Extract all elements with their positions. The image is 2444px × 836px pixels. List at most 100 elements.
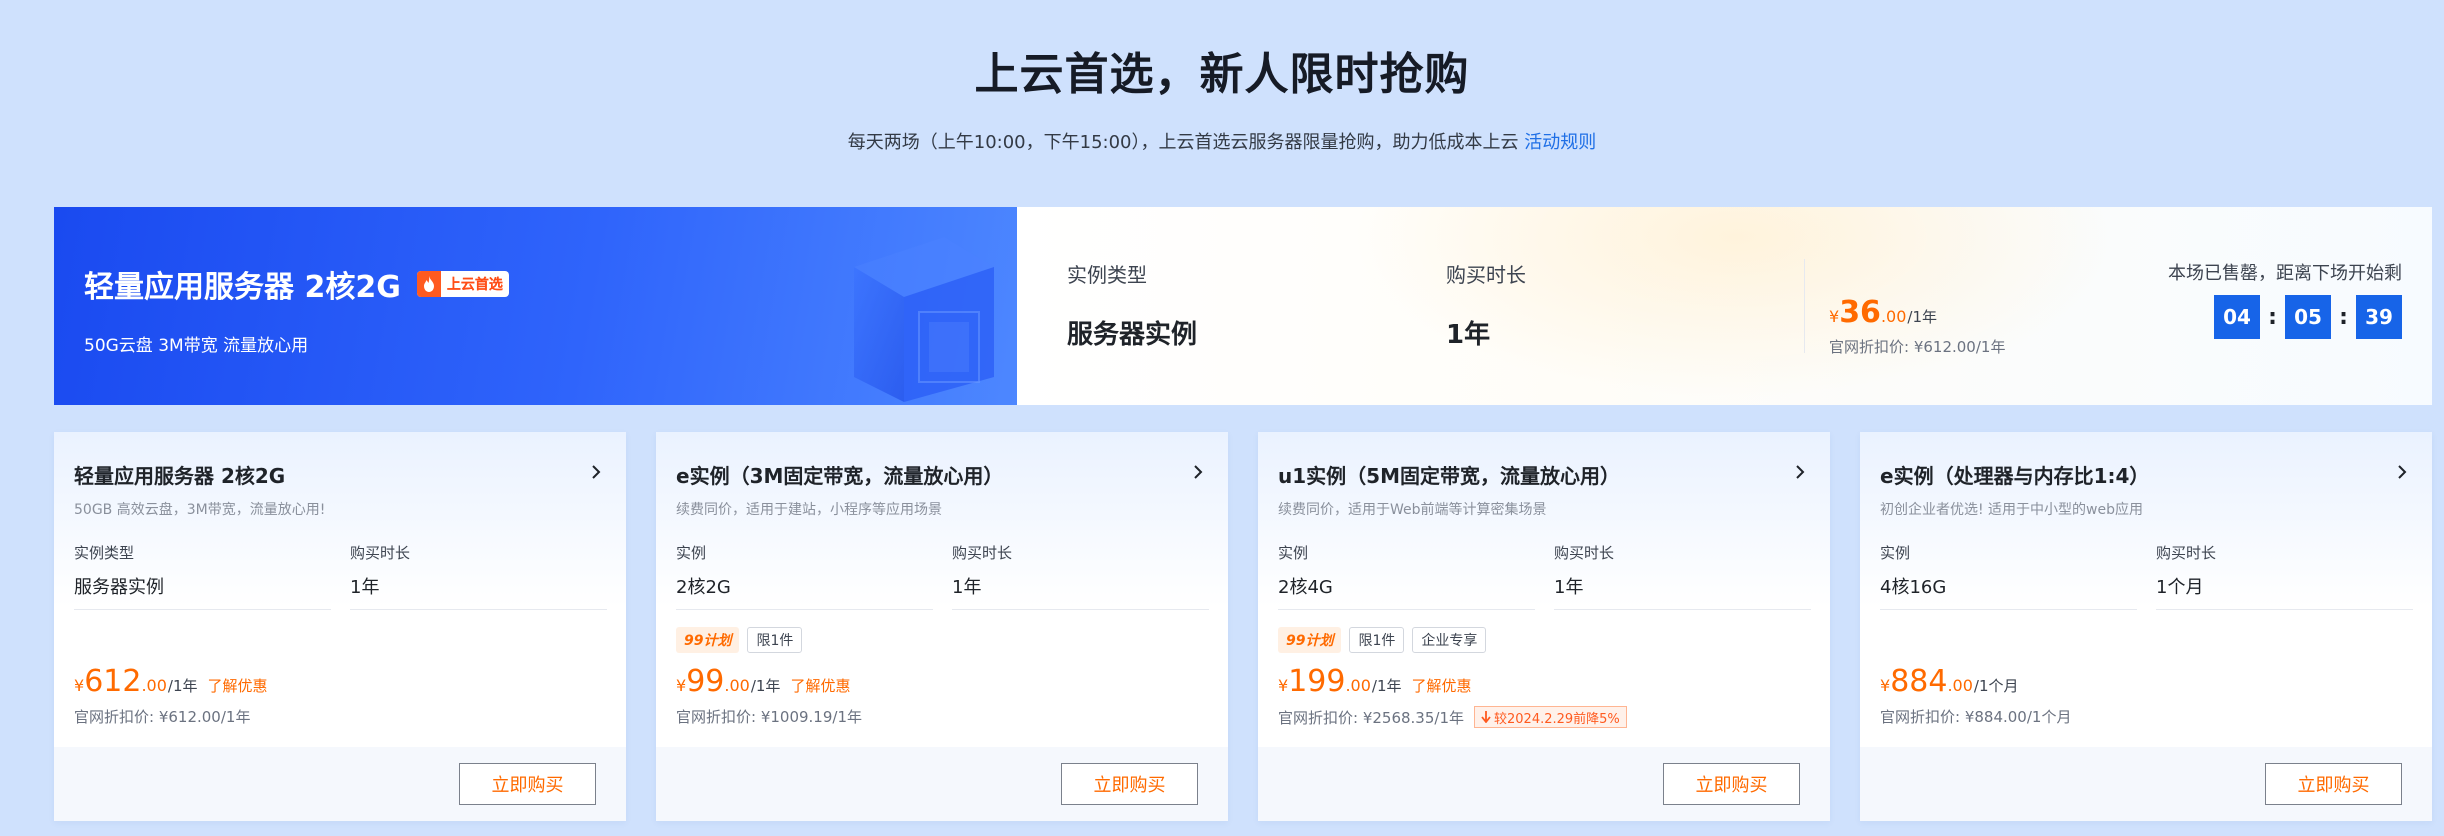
card-price: ¥ 99 .00 /1年 了解优惠 (676, 664, 850, 699)
duration-label: 购买时长 (1554, 544, 1615, 562)
spec-value[interactable]: 服务器实例 (74, 573, 331, 610)
chevron-right-icon[interactable] (1790, 462, 1810, 482)
card-header[interactable]: u1实例（5M固定带宽，流量放心用） 续费同价，适用于Web前端等计算密集场景 (1278, 460, 1810, 519)
hero-duration-label: 购买时长 (1446, 263, 1526, 287)
limit-tag: 限1件 (1349, 627, 1405, 653)
chevron-right-icon[interactable] (2392, 462, 2412, 482)
card-price: ¥ 612 .00 /1年 了解优惠 (74, 664, 268, 699)
countdown-label: 本场已售罄，距离下场开始剩 (2168, 263, 2402, 284)
hero-type-value: 服务器实例 (1067, 320, 1198, 350)
card-header[interactable]: 轻量应用服务器 2核2G 50GB 高效云盘，3M带宽，流量放心用! (74, 460, 606, 519)
price-unit: /1年 (1907, 308, 1937, 326)
card-tags: 99计划 限1件 (676, 627, 803, 653)
currency-symbol: ¥ (1829, 307, 1840, 326)
price-decimal: .00 (1947, 676, 1973, 695)
spec-label: 实例 (1278, 544, 1309, 562)
card-price-line: ¥ 199 .00 /1年 了解优惠 (1278, 664, 1472, 699)
plan-tag: 99计划 (676, 627, 740, 653)
card-price-line: ¥ 612 .00 /1年 了解优惠 (74, 664, 268, 699)
chevron-right-icon[interactable] (586, 462, 606, 482)
duration-value[interactable]: 1年 (350, 573, 607, 610)
hero-banner: 轻量应用服务器 2核2G 上云首选 50G云盘 3M带宽 流量放心用 实例类型 … (54, 207, 2432, 405)
countdown-timer: 04 : 05 : 39 (2214, 295, 2402, 339)
currency-symbol: ¥ (1278, 676, 1289, 695)
original-price: 官网折扣价: ¥1009.19/1年 (676, 708, 862, 726)
hero-badge: 上云首选 (416, 271, 509, 297)
card-spec-duration: 购买时长 1年 (350, 542, 607, 610)
card-footer: 立即购买 (1258, 747, 1830, 821)
buy-now-button[interactable]: 立即购买 (1061, 763, 1198, 805)
discount-info-link[interactable]: 了解优惠 (790, 675, 850, 696)
countdown-hours: 04 (2214, 295, 2260, 339)
buy-now-button[interactable]: 立即购买 (459, 763, 596, 805)
price-integer: 99 (686, 664, 725, 699)
hero-type-label: 实例类型 (1067, 263, 1147, 287)
price-unit: /1年 (1371, 677, 1402, 695)
card-spec-instance: 实例 2核2G (676, 542, 933, 610)
card-price-line: ¥ 99 .00 /1年 了解优惠 (676, 664, 850, 699)
card-title: 轻量应用服务器 2核2G (74, 464, 286, 488)
price-decimal: .00 (724, 676, 750, 695)
spec-value[interactable]: 4核16G (1880, 573, 2137, 610)
duration-label: 购买时长 (2156, 544, 2217, 562)
duration-label: 购买时长 (350, 544, 411, 562)
duration-value[interactable]: 1个月 (2156, 573, 2413, 610)
original-price: 官网折扣价: ¥612.00/1年 (74, 708, 251, 726)
countdown-seconds: 39 (2356, 295, 2402, 339)
limit-tag: 限1件 (747, 627, 803, 653)
enterprise-tag: 企业专享 (1412, 627, 1487, 653)
card-header[interactable]: e实例（处理器与内存比1:4） 初创企业者优选! 适用于中小型的web应用 (1880, 460, 2412, 519)
currency-symbol: ¥ (676, 676, 687, 695)
buy-now-button[interactable]: 立即购买 (2265, 763, 2402, 805)
arrow-down-icon (1481, 711, 1491, 723)
page-title: 上云首选，新人限时抢购 (974, 49, 1470, 100)
card-original-price-row: 官网折扣价: ¥1009.19/1年 (676, 706, 862, 727)
original-price: 官网折扣价: ¥884.00/1个月 (1880, 708, 2072, 726)
price-integer: 884 (1890, 664, 1948, 699)
spec-value[interactable]: 2核4G (1278, 573, 1535, 610)
card-price: ¥ 199 .00 /1年 了解优惠 (1278, 664, 1472, 699)
discount-info-link[interactable]: 了解优惠 (1412, 675, 1472, 696)
card-tags: 99计划 限1件 企业专享 (1278, 627, 1487, 653)
hero-description: 50G云盘 3M带宽 流量放心用 (84, 336, 309, 356)
hero-product-panel[interactable]: 轻量应用服务器 2核2G 上云首选 50G云盘 3M带宽 流量放心用 (54, 207, 1017, 405)
hero-price-line: ¥ 36 .00 /1年 (1829, 295, 2005, 330)
card-spec-duration: 购买时长 1年 (1554, 542, 1811, 610)
card-spec-duration: 购买时长 1年 (952, 542, 1209, 610)
original-price: 官网折扣价: ¥2568.35/1年 (1278, 708, 1464, 727)
spec-value[interactable]: 2核2G (676, 573, 933, 610)
plan-tag: 99计划 (1278, 627, 1342, 653)
spec-label: 实例 (676, 544, 707, 562)
hero-badge-text: 上云首选 (441, 274, 503, 294)
duration-label: 购买时长 (952, 544, 1013, 562)
currency-symbol: ¥ (74, 676, 85, 695)
buy-now-button[interactable]: 立即购买 (1663, 763, 1800, 805)
card-footer: 立即购买 (1860, 747, 2432, 821)
product-card: e实例（3M固定带宽，流量放心用） 续费同价，适用于建站，小程序等应用场景 实例… (656, 432, 1228, 821)
price-integer: 612 (84, 664, 142, 699)
price-unit: /1年 (167, 677, 198, 695)
price-drop-text: 较2024.2.29前降5% (1494, 711, 1620, 727)
card-footer: 立即购买 (54, 747, 626, 821)
card-subtitle: 续费同价，适用于建站，小程序等应用场景 (676, 502, 942, 518)
card-title: e实例（处理器与内存比1:4） (1880, 464, 2150, 488)
discount-info-link[interactable]: 了解优惠 (208, 675, 268, 696)
price-integer: 199 (1288, 664, 1346, 699)
hero-title: 轻量应用服务器 2核2G (84, 270, 401, 305)
chevron-right-icon[interactable] (1188, 462, 1208, 482)
subtitle-text: 每天两场（上午10:00，下午15:00），上云首选云服务器限量抢购，助力低成本… (847, 132, 1525, 153)
flame-icon (416, 271, 441, 297)
card-title: e实例（3M固定带宽，流量放心用） (676, 464, 1004, 488)
card-original-price-row: 官网折扣价: ¥2568.35/1年 较2024.2.29前降5% (1278, 706, 1627, 728)
card-footer: 立即购买 (656, 747, 1228, 821)
product-card: 轻量应用服务器 2核2G 50GB 高效云盘，3M带宽，流量放心用! 实例类型 … (54, 432, 626, 821)
hero-purchase-panel: 实例类型 服务器实例 购买时长 1年 ¥ 36 .00 /1年 官网折扣价: ¥… (1017, 207, 2432, 405)
duration-value[interactable]: 1年 (952, 573, 1209, 610)
spec-label: 实例 (1880, 544, 1911, 562)
card-original-price-row: 官网折扣价: ¥612.00/1年 (74, 706, 250, 727)
price-decimal: .00 (1880, 307, 1907, 326)
duration-value[interactable]: 1年 (1554, 573, 1811, 610)
card-header[interactable]: e实例（3M固定带宽，流量放心用） 续费同价，适用于建站，小程序等应用场景 (676, 460, 1208, 519)
activity-rules-link[interactable]: 活动规则 (1524, 132, 1596, 153)
product-card: e实例（处理器与内存比1:4） 初创企业者优选! 适用于中小型的web应用 实例… (1860, 432, 2432, 821)
